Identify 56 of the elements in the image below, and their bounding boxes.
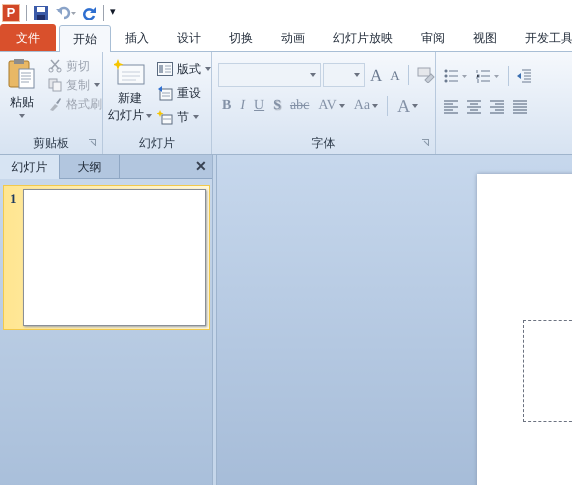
dropdown-arrow-icon[interactable]	[193, 115, 199, 119]
shrink-font-button[interactable]: A	[390, 68, 400, 82]
dialog-launcher-icon[interactable]	[89, 139, 96, 146]
align-left-icon[interactable]	[444, 100, 458, 114]
slide-command-button[interactable]: 节	[157, 107, 211, 127]
button-label: 新建	[118, 90, 142, 107]
customize-menu-button[interactable]: ▾	[110, 7, 116, 18]
decrease-indent-icon[interactable]	[516, 69, 531, 83]
dropdown-arrow-icon[interactable]	[310, 73, 316, 77]
button-label: 幻灯片	[108, 107, 152, 124]
undo-icon[interactable]	[55, 6, 77, 20]
ribbon-tab[interactable]: 插入	[111, 25, 163, 51]
group-label: 字体	[311, 135, 336, 152]
font-name-field[interactable]	[218, 63, 321, 87]
new-slide-button[interactable]: 新建 幻灯片	[108, 90, 152, 124]
close-button[interactable]: ✕	[190, 155, 212, 178]
align-center-icon[interactable]	[466, 100, 481, 114]
group-label: 剪贴板	[33, 135, 69, 152]
clipboard-icon[interactable]	[8, 58, 36, 90]
copy-icon	[48, 78, 62, 92]
scissors-icon	[48, 59, 62, 73]
ribbon-tab[interactable]: 视图	[459, 25, 511, 51]
ribbon-tab[interactable]: 设计	[163, 25, 215, 51]
ribbon-tab[interactable]: 动画	[267, 25, 319, 51]
new-slide-icon[interactable]	[114, 58, 146, 86]
numbered-list-icon[interactable]	[476, 69, 500, 83]
grow-font-button[interactable]: A	[370, 66, 382, 84]
ribbon-tab[interactable]: 审阅	[407, 25, 459, 51]
align-justify-icon[interactable]	[512, 100, 527, 114]
dropdown-arrow-icon[interactable]	[205, 67, 211, 71]
redo-icon[interactable]	[83, 6, 97, 20]
dialog-launcher-icon[interactable]	[422, 139, 429, 146]
ribbon-tab[interactable]: 开始	[59, 25, 111, 52]
bullet-list-icon[interactable]	[444, 69, 468, 83]
ribbon-tab[interactable]: 切换	[215, 25, 267, 51]
slide-command-button[interactable]: 重设	[157, 83, 211, 103]
ribbon-tab[interactable]: 幻灯片放映	[319, 25, 407, 51]
slide-thumbnail-item[interactable]: 1	[3, 185, 210, 330]
dropdown-arrow-icon[interactable]	[19, 114, 25, 118]
clear-format-icon[interactable]	[416, 67, 435, 83]
layout-icon	[157, 62, 173, 76]
align-right-icon[interactable]	[490, 100, 504, 114]
slide-command-button[interactable]: 版式	[157, 59, 211, 79]
dropdown-arrow-icon[interactable]	[354, 73, 360, 77]
paste-button[interactable]: 粘贴	[10, 96, 34, 108]
ribbon-tab[interactable]: 文件	[0, 24, 56, 51]
dropdown-arrow-icon[interactable]	[146, 114, 152, 118]
app-logo[interactable]: P	[2, 4, 20, 22]
reset-icon	[157, 85, 173, 101]
font-size-field[interactable]	[323, 63, 365, 87]
save-icon[interactable]	[33, 4, 49, 20]
slide-number: 1	[9, 190, 16, 208]
group-label: 幻灯片	[139, 135, 175, 152]
section-icon	[157, 109, 173, 125]
brush-icon	[48, 97, 62, 111]
panel-tab[interactable]: 幻灯片	[0, 155, 60, 179]
